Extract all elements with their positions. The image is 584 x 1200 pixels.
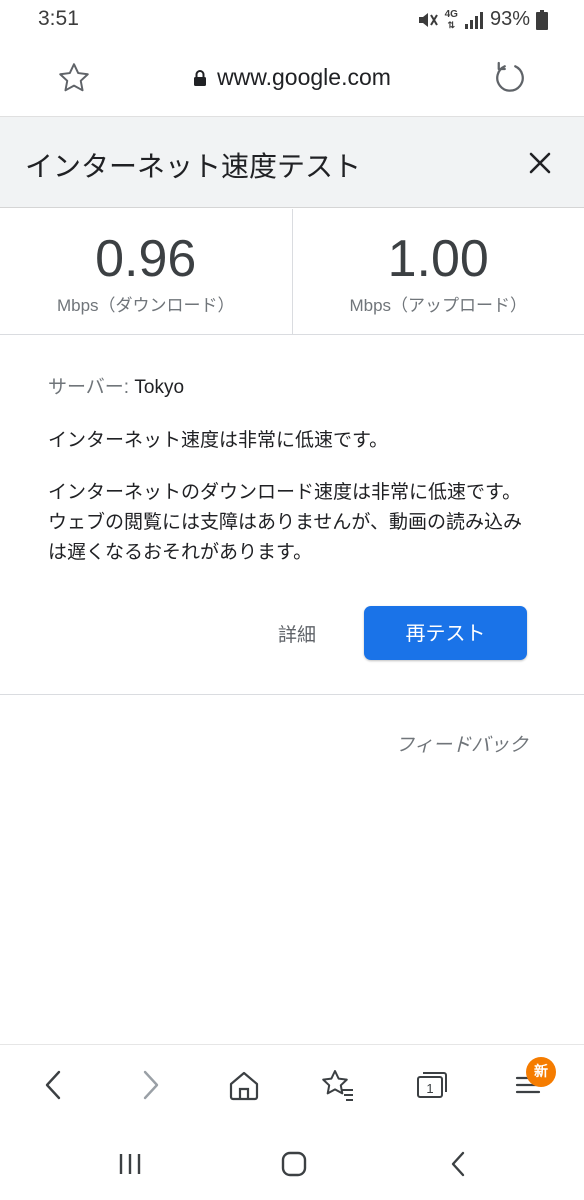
battery-icon [536,9,548,30]
tab-count: 1 [426,1081,433,1096]
server-key: サーバー: [48,377,130,398]
close-button[interactable] [524,147,556,179]
download-result: 0.96 Mbps（ダウンロード） [0,209,292,334]
upload-label: Mbps（アップロード） [349,296,528,315]
divider [0,694,584,695]
server-value: Tokyo [129,377,185,398]
back-button[interactable] [34,1065,74,1105]
recents-button[interactable] [110,1146,150,1182]
speed-summary: インターネット速度は非常に低速です。 [48,429,389,451]
forward-icon [143,1070,159,1100]
speed-detail: インターネットのダウンロード速度は非常に低速です。ウェブの閲覧には支障はありませ… [48,481,523,563]
upload-result: 1.00 Mbps（アップロード） [291,209,584,334]
speed-results: 0.96 Mbps（ダウンロード） 1.00 Mbps（アップロード） [0,209,584,335]
back-icon [45,1070,61,1100]
url-text: www.google.com [217,64,391,90]
home-button[interactable] [224,1065,264,1105]
android-home-icon [281,1151,307,1177]
url-bar: www.google.com [0,42,584,116]
battery-percent: 93% [489,8,530,30]
download-value: 0.96 [95,230,197,288]
speedtest-title: インターネット速度テスト [25,150,362,183]
android-back-button[interactable] [438,1146,478,1182]
new-badge: 新 [526,1057,556,1087]
system-nav-bar [0,1124,584,1200]
reload-button[interactable] [492,60,528,96]
lock-icon [194,70,207,86]
bookmarks-icon [322,1070,353,1101]
android-back-icon [451,1151,465,1177]
browser-toolbar: 1 新 [0,1044,584,1124]
tabs-icon: 1 [417,1072,447,1098]
home-icon [229,1071,259,1101]
mute-icon [418,12,438,27]
result-info: サーバー: Tokyo インターネット速度は非常に低速です。 インターネットのダ… [48,372,538,567]
tabs-button[interactable]: 1 [412,1065,452,1105]
upload-value: 1.00 [387,230,489,288]
status-bar: 3:51 4G ⇅ 93% [0,0,584,42]
retest-button[interactable]: 再テスト [364,606,527,660]
actions: 詳細 再テスト [0,604,584,660]
server-line: サーバー: Tokyo [48,372,538,399]
forward-button[interactable] [130,1065,170,1105]
status-icons: 4G ⇅ 93% [417,8,548,31]
recents-icon [119,1154,141,1174]
bookmarks-button[interactable] [318,1065,358,1105]
android-home-button[interactable] [274,1146,314,1182]
speedtest-header: インターネット速度テスト [0,116,584,208]
feedback-link[interactable]: フィードバック [395,730,528,757]
close-icon [529,152,551,174]
reload-icon [496,61,524,92]
details-button[interactable]: 詳細 [278,620,316,647]
network-type: 4G ⇅ [444,8,458,30]
download-label: Mbps（ダウンロード） [56,296,235,315]
status-time: 3:51 [38,7,79,30]
signal-icon [464,11,483,29]
